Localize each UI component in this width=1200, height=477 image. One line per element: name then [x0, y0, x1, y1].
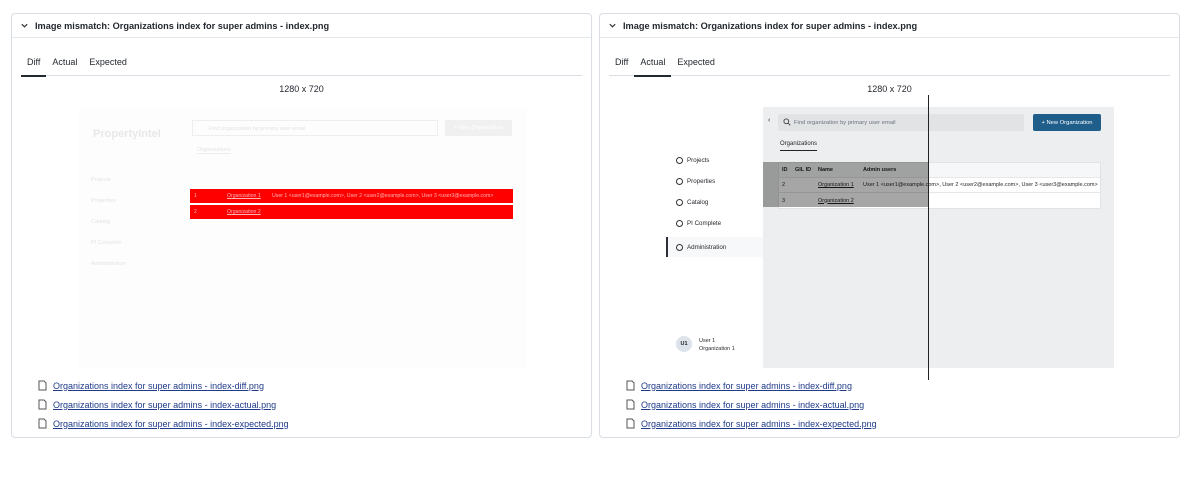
diff-nav-item: PI Complete [91, 240, 122, 246]
right-file-links: Organizations index for super admins - i… [626, 376, 877, 433]
file-icon [626, 418, 636, 429]
catalog-icon [676, 199, 683, 206]
image-dimensions: 1280 x 720 [279, 84, 324, 94]
user-org: Organization 1 [699, 346, 735, 352]
tab-actual[interactable]: Actual [46, 52, 83, 75]
chevron-down-icon[interactable] [17, 19, 31, 33]
diff-image: PropertyIntel Find organization by prima… [79, 107, 527, 368]
panel-title: Image mismatch: Organizations index for … [35, 20, 330, 31]
diff-row: 1 Organization 1 User 1 <user1@example.c… [190, 189, 513, 203]
file-icon [38, 380, 48, 391]
sidebar-item-label: Administration [687, 243, 727, 251]
actual-file-link[interactable]: Organizations index for super admins - i… [53, 400, 276, 410]
file-link-row: Organizations index for super admins - i… [626, 395, 877, 414]
image-dimensions: 1280 x 720 [867, 84, 912, 94]
projects-icon [676, 157, 683, 164]
left-file-links: Organizations index for super admins - i… [38, 376, 289, 433]
right-panel-header[interactable]: Image mismatch: Organizations index for … [600, 14, 1179, 38]
app-main: ‹ Find organization by primary user emai… [763, 107, 1114, 368]
tab-diff[interactable]: Diff [21, 52, 47, 77]
user-info: User 1 Organization 1 [699, 337, 735, 353]
tab-actual[interactable]: Actual [634, 52, 672, 77]
file-link-row: Organizations index for super admins - i… [38, 395, 289, 414]
right-tabs: Diff Actual Expected [609, 52, 1170, 77]
collapse-chevron-icon[interactable]: ‹ [768, 117, 770, 124]
diff-nav-item: Catalog [91, 219, 110, 225]
chevron-down-icon[interactable] [605, 19, 619, 33]
user-name: User 1 [699, 338, 716, 344]
diff-search: Find organization by primary user email [192, 120, 438, 136]
file-link-row: Organizations index for super admins - i… [626, 376, 877, 395]
pi-complete-icon [676, 220, 683, 227]
administration-icon [676, 243, 683, 251]
left-mismatch-panel: Image mismatch: Organizations index for … [11, 13, 592, 438]
file-icon [38, 399, 48, 410]
right-mismatch-panel: Image mismatch: Organizations index for … [599, 13, 1180, 438]
file-icon [626, 380, 636, 391]
sidebar-item-label: Catalog [687, 199, 709, 206]
panel-title: Image mismatch: Organizations index for … [623, 20, 918, 31]
expected-file-link[interactable]: Organizations index for super admins - i… [53, 419, 289, 429]
diff-row-name: Organization 2 [227, 209, 261, 215]
properties-icon [676, 178, 683, 185]
diff-row-admins: User 1 <user1@example.com>, User 2 <user… [272, 193, 494, 199]
sidebar-item-catalog[interactable]: Catalog [676, 199, 708, 206]
tab-expected[interactable]: Expected [671, 52, 721, 75]
sidebar-item-label: Properties [687, 178, 716, 185]
tab-expected[interactable]: Expected [83, 52, 133, 75]
sidebar-item-administration[interactable]: Administration [666, 237, 763, 257]
avatar[interactable]: U1 [676, 336, 692, 352]
file-link-row: Organizations index for super admins - i… [626, 414, 877, 433]
search-input[interactable]: Find organization by primary user email [778, 114, 1024, 131]
diff-row-id: 1 [194, 193, 197, 199]
diff-nav-item: Projects [91, 177, 111, 183]
file-link-row: Organizations index for super admins - i… [38, 414, 289, 433]
diff-nav: Projects Properties Catalog PI Complete … [91, 170, 126, 275]
sidebar-item-projects[interactable]: Projects [676, 157, 709, 164]
sidebar-item-label: PI Complete [687, 220, 722, 227]
diff-subtab: Organizations [197, 147, 231, 154]
search-icon [783, 118, 791, 128]
diff-brand: PropertyIntel [93, 128, 161, 140]
sidebar-item-pi-complete[interactable]: PI Complete [676, 220, 721, 227]
diff-file-link[interactable]: Organizations index for super admins - i… [641, 381, 852, 391]
new-organization-button[interactable]: + New Organization [1033, 114, 1101, 131]
comparison-overlay [763, 162, 929, 207]
actual-file-link[interactable]: Organizations index for super admins - i… [641, 400, 864, 410]
left-tabs: Diff Actual Expected [21, 52, 582, 77]
diff-nav-item: Administration [91, 261, 126, 267]
file-icon [38, 418, 48, 429]
tab-organizations[interactable]: Organizations [780, 141, 818, 151]
diff-file-link[interactable]: Organizations index for super admins - i… [53, 381, 264, 391]
search-placeholder: Find organization by primary user email [794, 119, 896, 126]
comparison-slider-handle[interactable] [928, 95, 929, 380]
diff-row-id: 2 [194, 209, 197, 215]
diff-row-name: Organization 1 [227, 193, 261, 199]
expected-file-link[interactable]: Organizations index for super admins - i… [641, 419, 877, 429]
sidebar-item-label: Projects [687, 157, 710, 164]
diff-row: 2 Organization 2 [190, 205, 513, 219]
actual-image: Projects Properties Catalog PI Complete … [666, 107, 1114, 368]
diff-new-button: + New Organization [445, 120, 512, 136]
file-link-row: Organizations index for super admins - i… [38, 376, 289, 395]
sidebar-item-properties[interactable]: Properties [676, 178, 715, 185]
diff-nav-item: Properties [91, 198, 117, 204]
file-icon [626, 399, 636, 410]
tab-diff[interactable]: Diff [609, 52, 634, 75]
app-sidebar: Projects Properties Catalog PI Complete … [666, 107, 763, 368]
left-panel-header[interactable]: Image mismatch: Organizations index for … [12, 14, 591, 38]
